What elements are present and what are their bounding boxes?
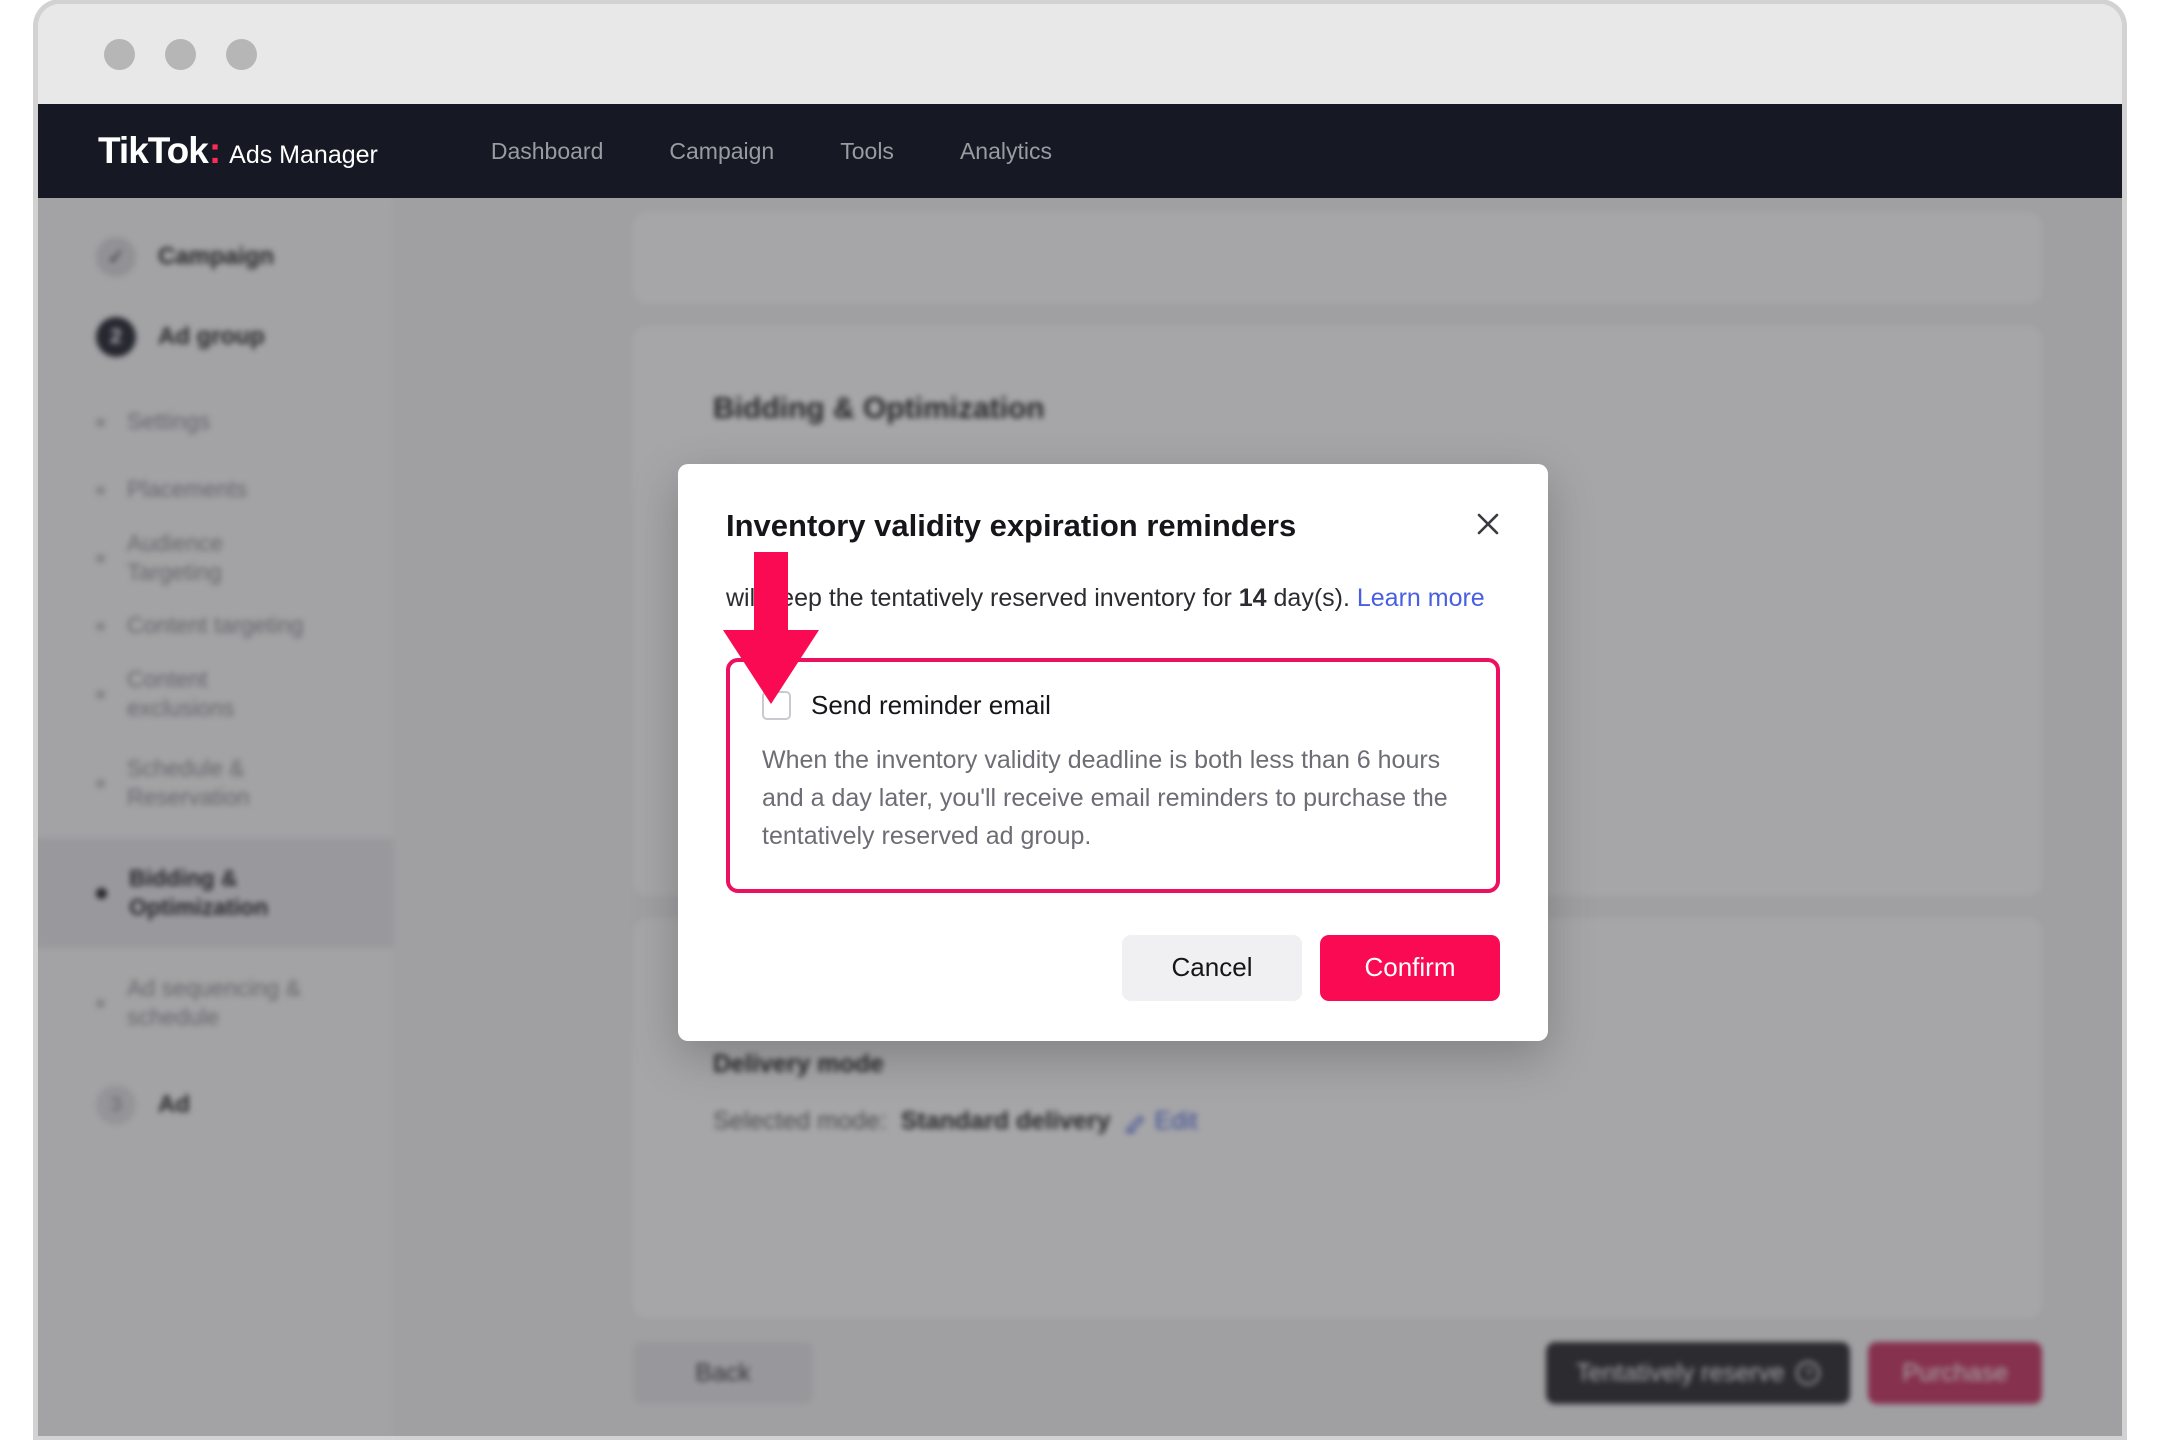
dialog-description-prefix: will keep the tentatively reserved inven… xyxy=(726,584,1239,612)
send-reminder-description: When the inventory validity deadline is … xyxy=(762,745,1448,850)
window-maximize-button[interactable] xyxy=(226,38,257,70)
brand-name: TikTok xyxy=(98,130,209,171)
dialog-description-days: 14 xyxy=(1238,584,1267,612)
browser-window: TikTok : Ads Manager Dashboard Campaign … xyxy=(38,4,2122,1436)
nav-item-campaign[interactable]: Campaign xyxy=(636,138,807,165)
send-reminder-checkbox[interactable] xyxy=(762,690,791,720)
brand-colon-icon: : xyxy=(208,130,222,171)
nav-item-dashboard[interactable]: Dashboard xyxy=(458,138,637,165)
inventory-validity-reminder-dialog: Inventory validity expiration reminders … xyxy=(678,464,1548,1041)
brand-logo[interactable]: TikTok : Ads Manager xyxy=(98,130,378,172)
learn-more-link[interactable]: Learn more xyxy=(1357,584,1485,612)
send-reminder-row[interactable]: Send reminder email xyxy=(762,690,1464,721)
close-icon[interactable] xyxy=(1466,502,1510,546)
brand-suffix: Ads Manager xyxy=(229,141,378,169)
dialog-title: Inventory validity expiration reminders xyxy=(726,508,1297,543)
cancel-button[interactable]: Cancel xyxy=(1122,934,1302,1001)
window-close-button[interactable] xyxy=(104,38,135,70)
window-minimize-button[interactable] xyxy=(165,38,196,70)
nav-item-analytics[interactable]: Analytics xyxy=(927,138,1085,165)
browser-titlebar xyxy=(38,4,2122,104)
top-nav-links: Dashboard Campaign Tools Analytics xyxy=(458,138,1085,165)
dialog-description-suffix: day(s). xyxy=(1266,584,1357,612)
nav-item-tools[interactable]: Tools xyxy=(807,138,927,165)
send-reminder-highlight-box: Send reminder email When the inventory v… xyxy=(726,657,1500,893)
top-navigation-bar: TikTok : Ads Manager Dashboard Campaign … xyxy=(38,104,2122,198)
send-reminder-label: Send reminder email xyxy=(811,689,1051,720)
confirm-button[interactable]: Confirm xyxy=(1320,934,1500,1001)
close-glyph xyxy=(1477,513,1499,535)
dialog-description: will keep the tentatively reserved inven… xyxy=(726,580,1500,618)
dialog-actions: Cancel Confirm xyxy=(726,934,1500,1001)
